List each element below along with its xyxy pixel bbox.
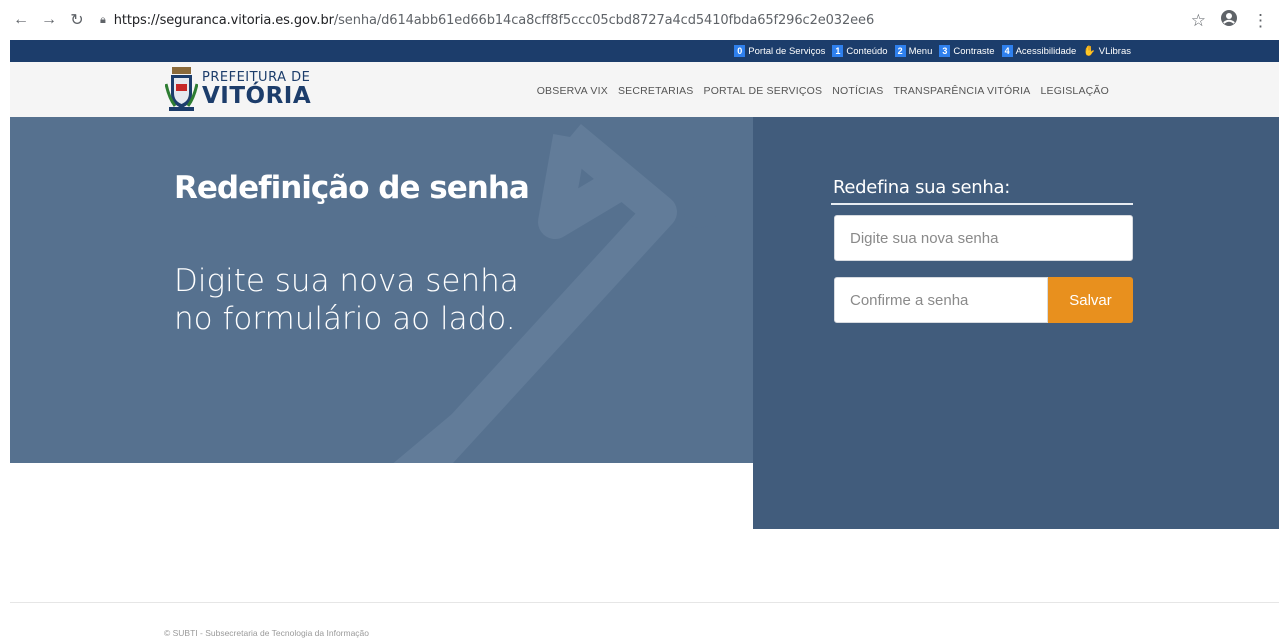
menu-item-transparencia[interactable]: TRANSPARÊNCIA VITÓRIA xyxy=(893,85,1030,97)
site-header: PREFEITURA DE VITÓRIA OBSERVA VIX SECRET… xyxy=(10,62,1279,117)
save-button[interactable]: Salvar xyxy=(1048,277,1133,323)
url-host: https://seguranca.vitoria.es.gov.br xyxy=(113,12,334,28)
coat-of-arms-icon xyxy=(164,64,199,114)
menu-item-noticias[interactable]: NOTÍCIAS xyxy=(832,85,883,97)
page-title: Redefinição de senha xyxy=(174,170,530,206)
password-form-panel: Redefina sua senha: Digite sua nova senh… xyxy=(753,117,1279,529)
reload-icon[interactable]: ↻ xyxy=(66,9,88,31)
sign-language-hand-icon: ✋ xyxy=(1083,45,1096,57)
forward-icon[interactable]: → xyxy=(38,9,60,31)
a11y-label: Acessibilidade xyxy=(1015,45,1077,57)
confirm-password-input[interactable]: Confirme a senha xyxy=(834,277,1048,323)
footer-text: © SUBTI - Subsecretaria de Tecnologia da… xyxy=(164,628,370,638)
back-icon[interactable]: ← xyxy=(10,9,32,31)
browser-toolbar: ← → ↻ 🔒︎ https://seguranca.vitoria.es.go… xyxy=(0,0,1279,40)
url-path: /senha/d614abb61ed66b14ca8cff8f5ccc05cbd… xyxy=(333,12,875,28)
a11y-label: VLibras xyxy=(1098,45,1131,57)
a11y-key: 1 xyxy=(832,45,844,57)
a11y-key: 4 xyxy=(1001,45,1013,57)
menu-item-legislacao[interactable]: LEGISLAÇÃO xyxy=(1040,85,1109,97)
menu-item-secretarias[interactable]: SECRETARIAS xyxy=(618,85,694,97)
bookmark-star-icon[interactable]: ☆ xyxy=(1191,11,1206,31)
a11y-link-menu[interactable]: 2 Menu xyxy=(894,45,933,57)
menu-item-portal-servicos[interactable]: PORTAL DE SERVIÇOS xyxy=(703,85,822,97)
page-subtitle: Digite sua nova senha no formulário ao l… xyxy=(174,263,519,338)
a11y-label: Portal de Serviços xyxy=(748,45,826,57)
lock-icon: 🔒︎ xyxy=(100,13,106,26)
a11y-link-vlibras[interactable]: ✋ VLibras xyxy=(1083,46,1131,57)
menu-item-observa-vix[interactable]: OBSERVA VIX xyxy=(537,85,608,97)
a11y-link-contraste[interactable]: 3 Contraste xyxy=(939,45,995,57)
a11y-key: 0 xyxy=(734,45,746,57)
address-bar[interactable]: 🔒︎ https://seguranca.vitoria.es.gov.br /… xyxy=(100,13,874,28)
logo-text-small: PREFEITURA DE xyxy=(202,69,311,85)
logo-text-big: VITÓRIA xyxy=(202,82,312,109)
kebab-menu-icon[interactable]: ⋮ xyxy=(1252,11,1269,31)
a11y-label: Contraste xyxy=(953,45,995,57)
site-logo[interactable]: PREFEITURA DE VITÓRIA xyxy=(164,64,312,114)
accessibility-bar: 0 Portal de Serviços 1 Conteúdo 2 Menu 3… xyxy=(10,40,1279,62)
a11y-key: 2 xyxy=(894,45,906,57)
form-title-divider xyxy=(831,203,1133,205)
account-icon[interactable] xyxy=(1220,9,1238,32)
a11y-label: Conteúdo xyxy=(846,45,888,57)
a11y-label: Menu xyxy=(908,45,933,57)
a11y-key: 3 xyxy=(939,45,951,57)
footer-divider xyxy=(10,602,1279,603)
hero-section: Redefinição de senha Digite sua nova sen… xyxy=(10,117,753,463)
a11y-link-portal[interactable]: 0 Portal de Serviços xyxy=(734,45,825,57)
a11y-link-conteudo[interactable]: 1 Conteúdo xyxy=(832,45,888,57)
form-title: Redefina sua senha: xyxy=(833,177,1010,198)
new-password-input[interactable]: Digite sua nova senha xyxy=(834,215,1133,261)
a11y-link-acessibilidade[interactable]: 4 Acessibilidade xyxy=(1001,45,1077,57)
main-menu: OBSERVA VIX SECRETARIAS PORTAL DE SERVIÇ… xyxy=(537,85,1109,97)
